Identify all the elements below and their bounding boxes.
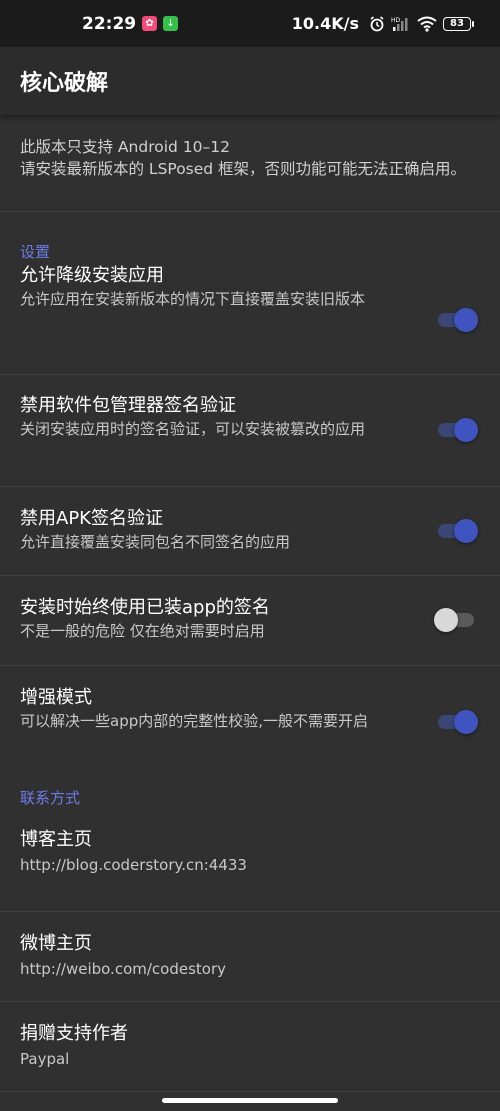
- app-toolbar: 核心破解: [0, 47, 500, 115]
- pref-disable-apk-signature[interactable]: 禁用APK签名验证 允许直接覆盖安装同包名不同签名的应用: [0, 487, 500, 576]
- toggle-switch[interactable]: [434, 607, 476, 633]
- toggle-thumb: [434, 608, 458, 632]
- status-right-group: 10.4K/s HD 83: [292, 14, 474, 33]
- toggle-switch[interactable]: [436, 518, 478, 544]
- status-bar: 22:29 ✿ ↓ 10.4K/s HD 83: [0, 0, 500, 47]
- gesture-nav-bar[interactable]: [162, 1098, 338, 1103]
- battery-icon: 83: [443, 16, 474, 31]
- pref-title: 博客主页: [20, 829, 92, 850]
- toggle-switch[interactable]: [436, 709, 478, 735]
- toggle-thumb: [454, 418, 478, 442]
- toggle-thumb: [454, 519, 478, 543]
- battery-level: 83: [443, 16, 471, 31]
- toggle-switch[interactable]: [436, 307, 478, 333]
- toggle-switch[interactable]: [436, 417, 478, 443]
- pref-summary: 允许直接覆盖安装同包名不同签名的应用: [20, 533, 291, 551]
- notification-app-icon: ✿: [142, 16, 158, 31]
- pref-weibo[interactable]: 微博主页 http://weibo.com/codestory: [0, 912, 500, 1002]
- settings-content[interactable]: 此版本只支持 Android 10–12 请安装最新版本的 LSPosed 框架…: [0, 115, 500, 1092]
- pref-summary: 可以解决一些app内部的完整性校验,一般不需要开启: [20, 712, 369, 730]
- pref-title: 增强模式: [20, 687, 92, 708]
- notice-line-2: 请安装最新版本的 LSPosed 框架，否则功能可能无法正确启用。: [20, 160, 467, 178]
- page-title: 核心破解: [20, 71, 109, 96]
- pref-allow-downgrade[interactable]: 允许降级安装应用 允许应用在安装新版本的情况下直接覆盖安装旧版本: [0, 264, 500, 375]
- notice-line-1: 此版本只支持 Android 10–12: [20, 138, 230, 156]
- contact-section-header: 联系方式: [20, 789, 81, 807]
- wifi-icon: [417, 16, 437, 32]
- pref-summary: 允许应用在安装新版本的情况下直接覆盖安装旧版本: [20, 290, 366, 308]
- version-notice: 此版本只支持 Android 10–12 请安装最新版本的 LSPosed 框架…: [0, 115, 500, 211]
- pref-title: 禁用APK签名验证: [20, 508, 163, 529]
- pref-use-installed-signature[interactable]: 安装时始终使用已装app的签名 不是一般的危险 仅在绝对需要时启用: [0, 576, 500, 666]
- pref-disable-pm-signature[interactable]: 禁用软件包管理器签名验证 关闭安装应用时的签名验证，可以安装被篡改的应用: [0, 375, 500, 487]
- toggle-thumb: [454, 308, 478, 332]
- hd-signal-icon: HD: [391, 17, 408, 31]
- pref-summary: 关闭安装应用时的签名验证，可以安装被篡改的应用: [20, 420, 366, 438]
- toggle-thumb: [454, 710, 478, 734]
- pref-title: 允许降级安装应用: [20, 265, 164, 286]
- pref-summary: 不是一般的危险 仅在绝对需要时启用: [20, 622, 265, 640]
- pref-summary: http://weibo.com/codestory: [20, 960, 227, 978]
- pref-title: 安装时始终使用已装app的签名: [20, 597, 270, 618]
- alarm-icon: [370, 15, 384, 31]
- pref-blog[interactable]: 博客主页 http://blog.coderstory.cn:4433: [0, 823, 500, 912]
- pref-title: 微博主页: [20, 933, 92, 954]
- pref-summary: Paypal: [20, 1050, 70, 1068]
- network-speed: 10.4K/s: [291, 14, 359, 33]
- pref-donate[interactable]: 捐赠支持作者 Paypal: [0, 1002, 500, 1092]
- pref-title: 禁用软件包管理器签名验证: [20, 395, 236, 416]
- pref-summary: http://blog.coderstory.cn:4433: [20, 856, 247, 874]
- svg-text:HD: HD: [391, 17, 401, 24]
- pref-enhanced-mode[interactable]: 增强模式 可以解决一些app内部的完整性校验,一般不需要开启: [0, 666, 500, 771]
- settings-section-header: 设置: [20, 243, 51, 261]
- status-time: 22:29: [82, 13, 137, 34]
- pref-title: 捐赠支持作者: [20, 1023, 128, 1044]
- download-icon: ↓: [163, 16, 179, 31]
